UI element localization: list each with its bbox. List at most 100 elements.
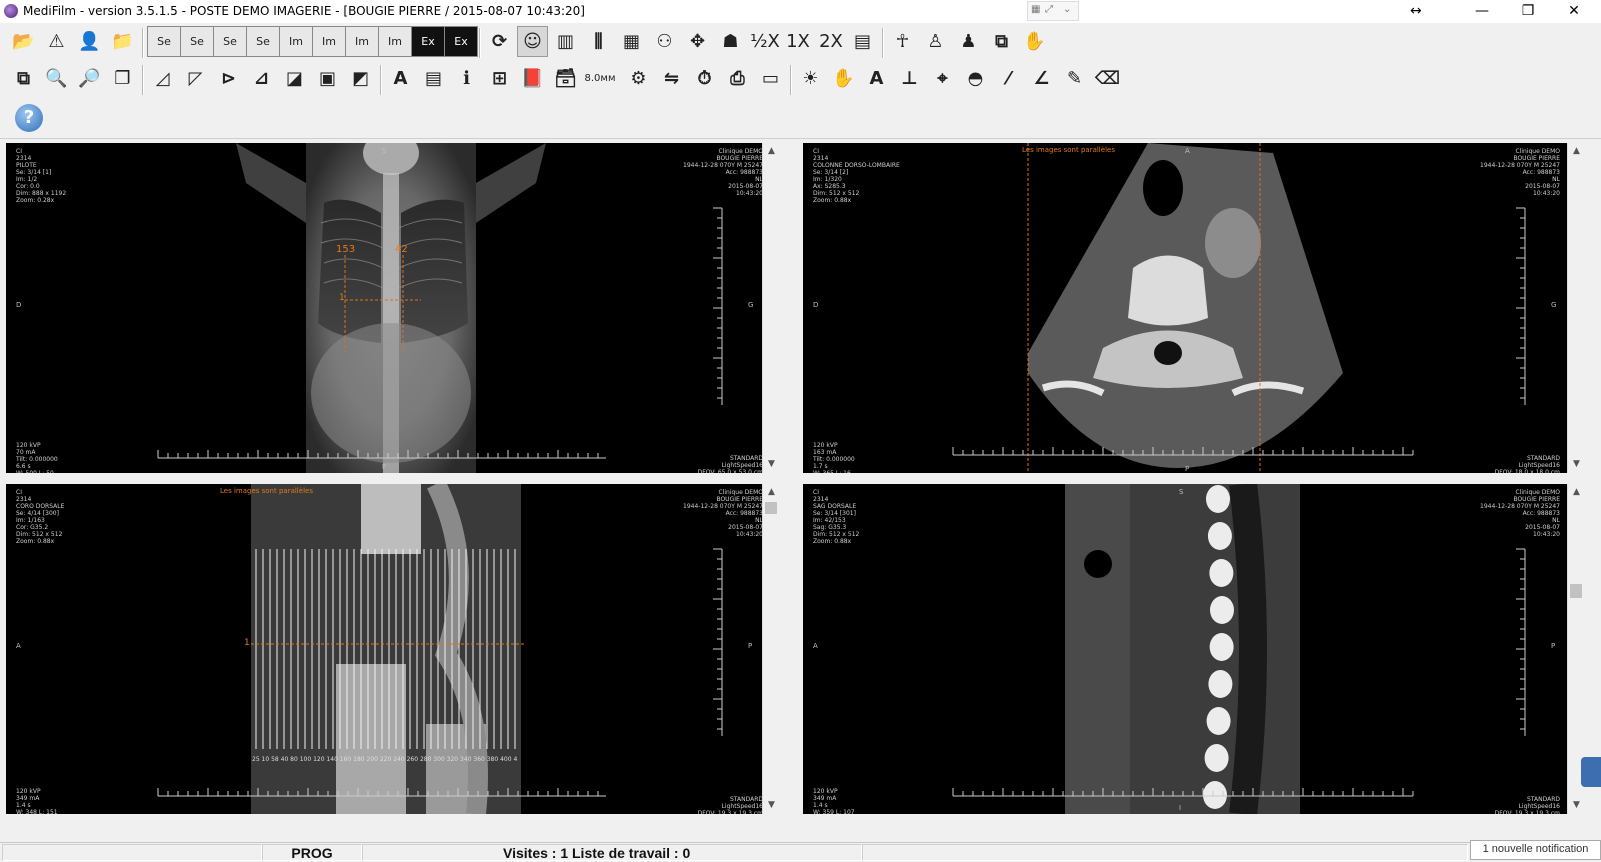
side-chat-widget[interactable] <box>1581 757 1601 787</box>
sync-icon[interactable]: ⇋ <box>656 63 687 94</box>
zoom-half-button[interactable]: ½X <box>748 26 782 57</box>
move-icon[interactable]: ✥ <box>682 26 713 57</box>
roi-center-icon[interactable]: ▣ <box>312 63 343 94</box>
pane-scrollbar[interactable]: ▲ ▼ <box>762 484 779 814</box>
pencil-icon[interactable]: ✎ <box>1059 63 1090 94</box>
scroll-up-icon[interactable]: ▲ <box>1568 484 1584 501</box>
next-series-button[interactable]: Se <box>213 26 247 57</box>
close-button[interactable]: ✕ <box>1551 0 1597 22</box>
puzzle-icon[interactable]: ⧉ <box>986 26 1017 57</box>
info-icon[interactable]: ℹ <box>451 63 482 94</box>
archive-icon[interactable]: 🗃 <box>550 63 581 94</box>
notification-toast[interactable]: 1 nouvelle notification <box>1470 840 1601 860</box>
next-image-button[interactable]: Im <box>345 26 379 57</box>
compass-glyph: ⌖ <box>937 67 948 89</box>
angle-icon[interactable]: ∠ <box>1026 63 1057 94</box>
layout-2-icon[interactable]: ▥ <box>550 26 581 57</box>
text-annotation-icon[interactable]: A <box>385 63 416 94</box>
book-icon[interactable]: 📕 <box>517 63 548 94</box>
compass-icon[interactable]: ⌖ <box>927 63 958 94</box>
print-film-icon[interactable]: ⎙ <box>722 63 753 94</box>
warning-icon[interactable]: ⚠ <box>41 26 72 57</box>
color-map-icon[interactable]: ▤ <box>847 26 878 57</box>
body-outline-icon[interactable]: ♙ <box>920 26 951 57</box>
maximize-button[interactable]: ❐ <box>1505 0 1551 22</box>
print-film-glyph: ⎙ <box>730 67 745 89</box>
pane-scrollbar[interactable]: ▲ ▼ <box>1567 143 1584 473</box>
ruler-angle-icon[interactable]: ⊿ <box>246 63 277 94</box>
scroll-down-icon[interactable]: ▼ <box>1568 456 1584 473</box>
cine-icon[interactable]: ⏱ <box>689 63 720 94</box>
angle-tool-2-icon[interactable]: ◸ <box>180 63 211 94</box>
roi-left-icon[interactable]: ◪ <box>279 63 310 94</box>
toolbar-row-1: 📂 ⚠ 👤 📁 Se Se Se Se Im Im Im Im Ex Ex ⟳ ☺ ▥ ⫼ ▦ ⚇ ✥ ☗ ½X 1X 2X ▤ ☥… <box>8 25 1128 61</box>
title-mini-controls[interactable]: ▦ ⤢ ⌄ <box>1027 1 1079 21</box>
scroll-up-icon[interactable]: ▲ <box>763 484 779 501</box>
skeleton-icon[interactable]: ☥ <box>887 26 918 57</box>
grid-icon[interactable]: ▦ <box>1031 4 1040 15</box>
copy-frames-icon[interactable]: ❐ <box>107 63 138 94</box>
magnifier-icon[interactable]: 🔍 <box>41 63 72 94</box>
report-icon[interactable]: ▤ <box>418 63 449 94</box>
protractor-icon[interactable]: ◓ <box>960 63 991 94</box>
layout-3-icon[interactable]: ⫼ <box>583 26 614 57</box>
prev-image-button[interactable]: Im <box>312 26 346 57</box>
pane-scrollbar[interactable]: ▲ ▼ <box>762 143 779 473</box>
scout-lines-icon[interactable]: ⊞ <box>484 63 515 94</box>
minimize-button[interactable]: — <box>1459 0 1505 22</box>
text-label-icon[interactable]: A <box>861 63 892 94</box>
angle-tool-icon[interactable]: ◿ <box>147 63 178 94</box>
prev-series-button[interactable]: Se <box>180 26 214 57</box>
first-image-button[interactable]: Im <box>279 26 313 57</box>
eraser-icon[interactable]: ⌫ <box>1092 63 1123 94</box>
viewport-bottom-left[interactable]: CI 2314 CORO DORSALE Se: 4/14 [300] Im: … <box>6 484 779 814</box>
first-series-button[interactable]: Se <box>147 26 181 57</box>
brightness-icon[interactable]: ☀ <box>795 63 826 94</box>
person-icon[interactable]: ♟ <box>953 26 984 57</box>
hand-icon[interactable]: ✋ <box>1019 26 1050 57</box>
prev-exam-button[interactable]: Ex <box>411 26 445 57</box>
body-icon[interactable]: ☺ <box>517 26 548 57</box>
scroll-thumb[interactable] <box>1570 584 1582 598</box>
roi-right-icon[interactable]: ◩ <box>345 63 376 94</box>
help-button[interactable]: ? <box>12 101 46 135</box>
distance-icon[interactable]: 8.0мм <box>583 63 617 94</box>
patient-check-icon[interactable]: 👤 <box>74 26 105 57</box>
body-glyph: ☺ <box>523 30 542 52</box>
scroll-down-icon[interactable]: ▼ <box>763 797 779 814</box>
scroll-thumb[interactable] <box>765 502 777 514</box>
rotate-icon[interactable]: ⟳ <box>484 26 515 57</box>
mpr-icon[interactable]: ⚙ <box>623 63 654 94</box>
last-image-button[interactable]: Im <box>378 26 412 57</box>
scroll-down-icon[interactable]: ▼ <box>763 456 779 473</box>
stack-icon[interactable]: ⧉ <box>8 63 39 94</box>
line-icon[interactable]: ⁄ <box>993 63 1024 94</box>
scale-icon[interactable]: ▭ <box>755 63 786 94</box>
brightness-glyph: ☀ <box>802 67 819 89</box>
multi-patient-icon[interactable]: ⚇ <box>649 26 680 57</box>
split-icon[interactable]: ⊳ <box>213 63 244 94</box>
scroll-up-icon[interactable]: ▲ <box>1568 143 1584 160</box>
overlay-bottom-left: 120 kVP 349 mA 1.4 s W: 359 L: 107 <box>813 788 855 814</box>
open-folder-icon[interactable]: 📂 <box>8 26 39 57</box>
viewport-top-left[interactable]: CI 2314 PILOTE Se: 3/14 [1] Im: 1/2 Cor:… <box>6 143 779 473</box>
grid-icon[interactable]: ▦ <box>616 26 647 57</box>
pan-hand-icon[interactable]: ✋ <box>828 63 859 94</box>
viewport-top-right[interactable]: CI 2314 COLONNE DORSO-LOMBAIRE Se: 3/14 … <box>803 143 1584 473</box>
zoom-region-icon[interactable]: 🔎 <box>74 63 105 94</box>
zoom-1x-button[interactable]: 1X <box>781 26 815 57</box>
scroll-up-icon[interactable]: ▲ <box>763 143 779 160</box>
viewport-bottom-right[interactable]: CI 2314 SAG DORSALE Se: 3/14 [301] Im: 4… <box>803 484 1584 814</box>
scroll-down-icon[interactable]: ▼ <box>1568 797 1584 814</box>
anatomy-icon[interactable]: ☗ <box>715 26 746 57</box>
window-title: MediFilm - version 3.5.1.5 - POSTE DEMO … <box>23 4 585 18</box>
add-exam-icon[interactable]: 📁 <box>107 26 138 57</box>
zoom-2x-button[interactable]: 2X <box>814 26 848 57</box>
next-exam-button[interactable]: Ex <box>444 26 478 57</box>
help-icon: ? <box>15 104 43 132</box>
last-series-button[interactable]: Se <box>246 26 280 57</box>
expand-icon[interactable]: ⤢ <box>1045 4 1053 15</box>
ruler-icon[interactable]: ⊥ <box>894 63 925 94</box>
body-outline-glyph: ♙ <box>927 30 944 52</box>
chevron-down-icon[interactable]: ⌄ <box>1063 4 1071 15</box>
